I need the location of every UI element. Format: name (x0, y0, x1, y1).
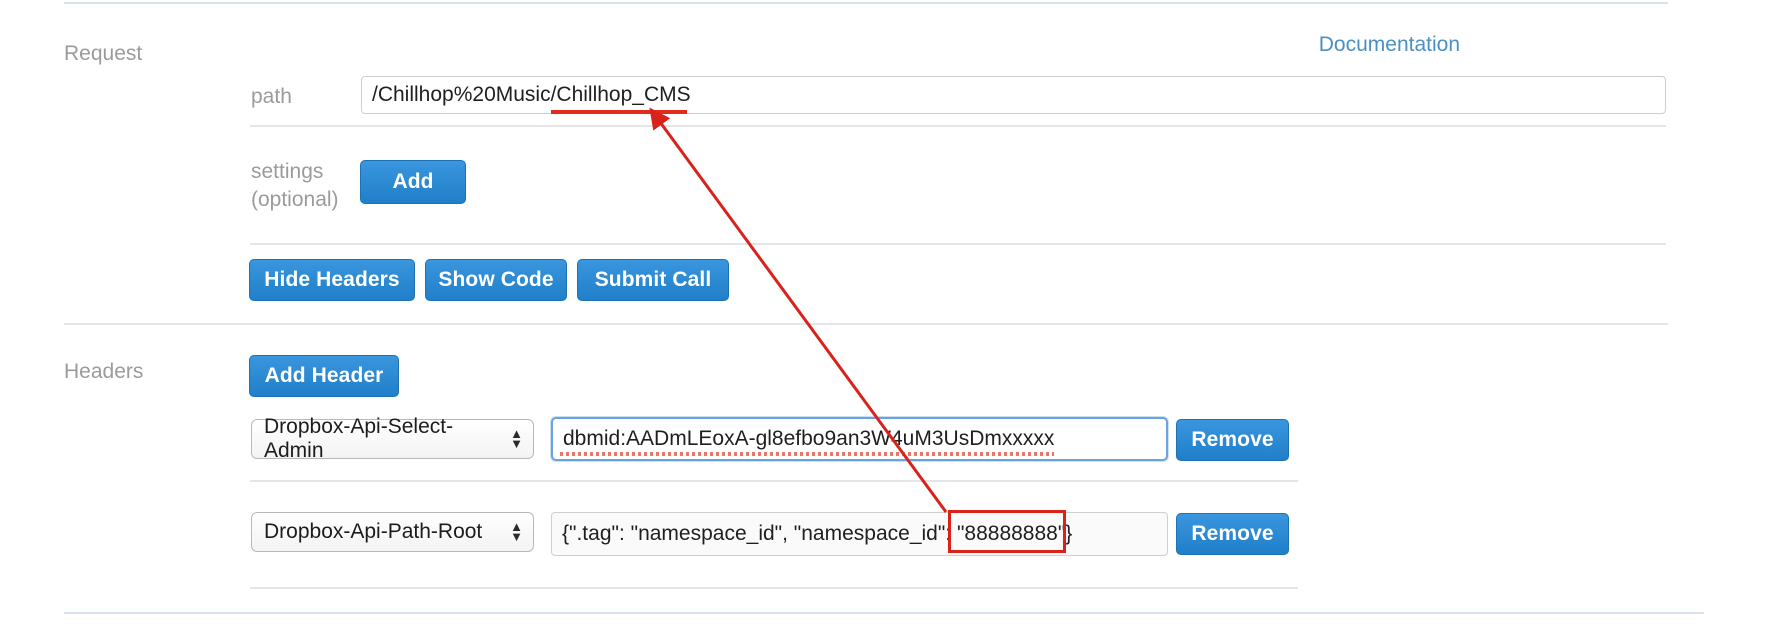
path-field-label: path (251, 85, 292, 108)
divider-top (64, 2, 1668, 4)
request-section-label: Request (64, 42, 143, 65)
path-input[interactable] (361, 76, 1666, 114)
header-name-select-1-value: Dropbox-Api-Select-Admin (264, 415, 454, 462)
divider-header-row-2 (250, 587, 1298, 589)
api-explorer-panel: Request Documentation path settings (opt… (0, 0, 1788, 642)
submit-call-button[interactable]: Submit Call (577, 259, 729, 301)
chevron-down-icon: ▼ (510, 529, 523, 544)
divider-settings-row (250, 243, 1666, 245)
header-value-input-2[interactable] (551, 512, 1168, 556)
add-header-button[interactable]: Add Header (249, 355, 399, 397)
divider-bottom (64, 612, 1704, 614)
hide-headers-button[interactable]: Hide Headers (249, 259, 415, 301)
add-setting-button[interactable]: Add (360, 160, 466, 204)
select-stepper-icon: ▲ ▼ (510, 427, 523, 451)
header-name-select-2[interactable]: Dropbox-Api-Path-Root ▲ ▼ (251, 512, 534, 552)
show-code-button[interactable]: Show Code (425, 259, 567, 301)
divider-path-row (250, 125, 1666, 127)
select-stepper-icon: ▲ ▼ (510, 520, 523, 544)
divider-actions-row (64, 323, 1668, 325)
settings-field-label: settings (optional) (251, 160, 339, 212)
annotation-highlight-box (948, 510, 1066, 553)
header-name-select-1[interactable]: Dropbox-Api-Select-Admin ▲ ▼ (251, 415, 534, 462)
chevron-down-icon: ▼ (510, 436, 523, 451)
remove-header-button-2[interactable]: Remove (1176, 513, 1289, 555)
remove-header-button-1[interactable]: Remove (1176, 419, 1289, 461)
documentation-link[interactable]: Documentation (1319, 33, 1460, 57)
divider-header-row-1 (250, 480, 1298, 482)
headers-section-label: Headers (64, 360, 144, 383)
spellcheck-underline (560, 452, 1054, 456)
annotation-underline (551, 110, 687, 114)
header-name-select-2-value: Dropbox-Api-Path-Root (264, 520, 483, 543)
